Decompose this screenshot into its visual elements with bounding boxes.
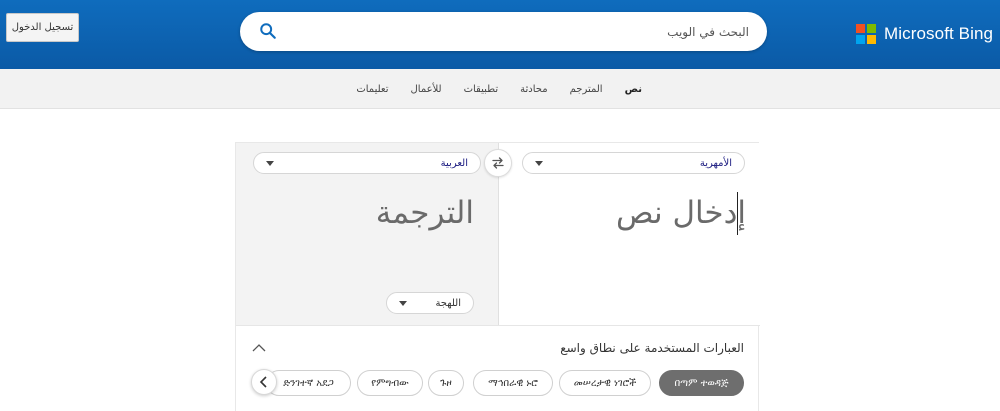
swap-languages-button[interactable] [484, 149, 512, 177]
logo-square-blue [856, 35, 865, 44]
chevron-down-icon [399, 300, 407, 306]
tab-translator[interactable]: المترجم [570, 84, 603, 95]
phrase-chip-social[interactable]: ማኅበራዊ ኑሮ [473, 370, 553, 396]
search-input[interactable] [290, 12, 749, 51]
dialect-select[interactable]: اللهجة [386, 292, 474, 314]
logo-square-red [856, 24, 865, 33]
scroll-left-button[interactable] [251, 369, 277, 395]
dialect-label: اللهجة [435, 297, 461, 309]
logo-square-yellow [867, 35, 876, 44]
logo-square-green [867, 24, 876, 33]
phrases-title: العبارات المستخدمة على نطاق واسع [560, 341, 744, 355]
brand-logo[interactable]: Microsoft Bing [856, 23, 993, 45]
top-header: تسجيل الدخول Microsoft Bing [0, 0, 1000, 69]
sign-in-button[interactable]: تسجيل الدخول [6, 13, 79, 42]
phrase-chip-emergency[interactable]: ድንገተኛ አደጋ [266, 370, 351, 396]
source-language-label: الأمهرية [699, 157, 732, 169]
tab-apps[interactable]: تطبيقات [464, 84, 499, 95]
phrase-chips: ድንገተኛ አደጋ የምግብው ጉዞ ማኅበራዊ ኑሮ መሠረታዊ ነገሮች በ… [251, 369, 744, 396]
search-box[interactable] [240, 12, 767, 51]
brand-name: Microsoft Bing [884, 24, 994, 43]
phrase-chip-basics[interactable]: መሠረታዊ ነገሮች [559, 370, 651, 396]
tab-conversation[interactable]: محادثة [520, 84, 547, 95]
search-icon[interactable] [259, 22, 277, 40]
chevron-up-icon[interactable] [252, 343, 266, 353]
source-input-placeholder[interactable]: إدخال نص [616, 195, 746, 231]
target-language-label: العربية [440, 157, 468, 169]
nav-tabs: نص المترجم محادثة تطبيقات للأعمال تعليما… [356, 69, 642, 109]
phrase-chip-food[interactable]: የምግብው [357, 370, 423, 396]
chevron-left-icon [259, 376, 267, 388]
source-language-select[interactable]: الأمهرية [522, 152, 745, 174]
tab-text[interactable]: نص [625, 84, 642, 95]
phrases-header: العبارات المستخدمة على نطاق واسع [236, 325, 760, 365]
target-text-area: العربية الترجمة اللهجة [236, 143, 498, 325]
text-cursor [737, 192, 738, 235]
tab-business[interactable]: للأعمال [411, 84, 442, 95]
nav-tab-bar: نص المترجم محادثة تطبيقات للأعمال تعليما… [0, 69, 1000, 109]
chevron-down-icon [266, 160, 274, 166]
source-text-area[interactable]: الأمهرية إدخال نص [498, 143, 760, 325]
tab-help[interactable]: تعليمات [356, 84, 388, 95]
phrase-chip-travel[interactable]: ጉዞ [428, 370, 464, 396]
chevron-down-icon [535, 160, 543, 166]
phrase-chip-most-popular[interactable]: በጣም ተወዳጅ [659, 370, 744, 396]
microsoft-logo-icon [856, 24, 876, 44]
target-language-select[interactable]: العربية [253, 152, 481, 174]
translation-output: الترجمة [375, 195, 474, 231]
swap-icon [492, 157, 504, 169]
